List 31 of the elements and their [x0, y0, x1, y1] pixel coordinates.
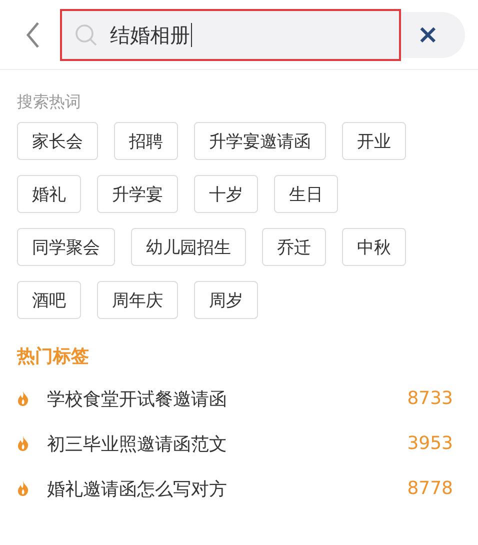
- flame-icon: [17, 436, 29, 451]
- keyword-chip[interactable]: 乔迁: [262, 228, 326, 266]
- keyword-chip[interactable]: 酒吧: [17, 281, 81, 319]
- tag-link[interactable]: 学校食堂开试餐邀请函: [47, 386, 408, 410]
- keyword-chip[interactable]: 生日: [274, 175, 338, 213]
- flame-icon: [17, 481, 29, 496]
- search-icon: [74, 22, 98, 46]
- keyword-chip[interactable]: 幼儿园招生: [131, 228, 246, 266]
- search-count: 8733: [407, 388, 453, 409]
- section-title: 搜索热词: [17, 92, 82, 113]
- search-text: 结婚相册: [110, 22, 192, 46]
- tag-link[interactable]: 初三毕业照邀请函范文: [47, 432, 408, 456]
- keyword-chip[interactable]: 同学聚会: [17, 228, 115, 266]
- search-count: 8778: [407, 478, 453, 499]
- keyword-chip[interactable]: 升学宴邀请函: [194, 122, 326, 160]
- keyword-chip[interactable]: 十岁: [194, 175, 258, 213]
- keyword-chip[interactable]: 周岁: [194, 281, 258, 319]
- keyword-chip[interactable]: 开业: [342, 122, 406, 160]
- keyword-chip[interactable]: 婚礼: [17, 175, 81, 213]
- keyword-chip[interactable]: 中秋: [342, 228, 406, 266]
- keyword-chip[interactable]: 招聘: [114, 122, 178, 160]
- tag-link[interactable]: 婚礼邀请函怎么写对方: [47, 476, 408, 500]
- section-title: 热门标签: [17, 345, 90, 368]
- search-count: 3953: [407, 433, 453, 454]
- flame-icon: [17, 391, 29, 406]
- clear-button[interactable]: ×: [411, 22, 445, 48]
- keyword-chip[interactable]: 家长会: [17, 122, 98, 160]
- search-field[interactable]: 结婚相册: [60, 8, 401, 60]
- back-icon[interactable]: [26, 20, 40, 48]
- keyword-chip[interactable]: 周年庆: [97, 281, 178, 319]
- keyword-chip[interactable]: 升学宴: [97, 175, 178, 213]
